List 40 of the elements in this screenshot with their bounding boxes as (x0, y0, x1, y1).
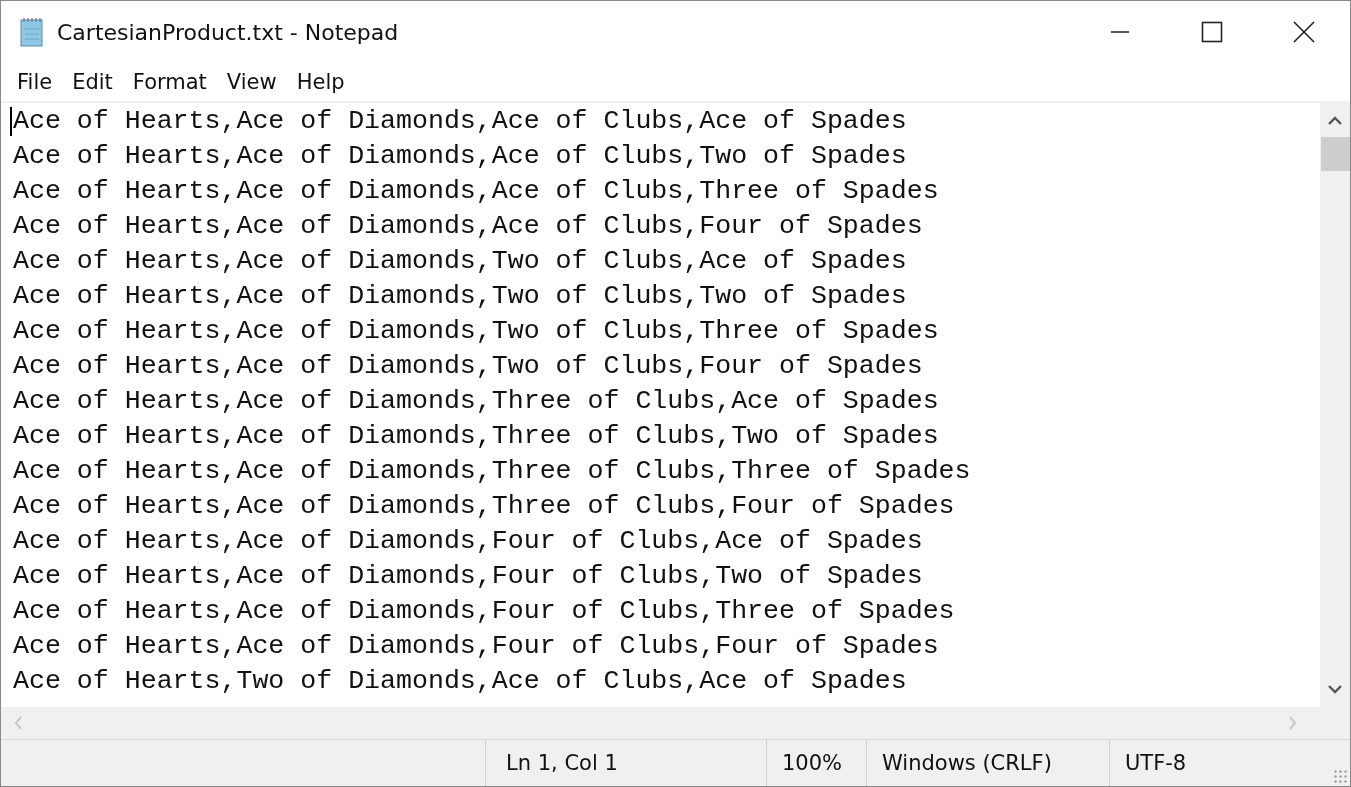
horizontal-scrollbar[interactable] (1, 707, 1320, 739)
close-icon (1293, 21, 1315, 43)
text-line: Ace of Hearts,Ace of Diamonds,Four of Clubs,Two of Spades (13, 560, 924, 593)
line-ending: Windows (CRLF) (866, 740, 1109, 786)
notepad-icon (19, 17, 45, 47)
text-cursor (10, 107, 12, 136)
encoding: UTF-8 (1109, 740, 1350, 786)
window-title: CartesianProduct.txt - Notepad (57, 19, 400, 45)
menu-item[interactable]: Help (288, 70, 357, 94)
text-line: Ace of Hearts,Two of Diamonds,Ace of Clubs,Ace of Spades (13, 665, 908, 698)
text-line: Ace of Hearts,Ace of Diamonds,Ace of Clubs,Ace of Spades (13, 105, 908, 138)
maximize-icon (1201, 21, 1223, 43)
menu-item[interactable]: Format (124, 70, 219, 94)
resize-grip[interactable] (1333, 769, 1347, 783)
text-line: Ace of Hearts,Ace of Diamonds,Four of Clubs,Three of Spades (13, 595, 956, 628)
text-line: Ace of Hearts,Ace of Diamonds,Three of Clubs,Ace of Spades (13, 385, 940, 418)
vertical-scrollbar[interactable] (1320, 103, 1350, 707)
text-line: Ace of Hearts,Ace of Diamonds,Four of Clubs,Ace of Spades (13, 525, 924, 558)
menu-item[interactable]: File (9, 70, 65, 94)
scroll-right-icon[interactable] (1288, 715, 1298, 731)
text-line: Ace of Hearts,Ace of Diamonds,Ace of Clubs,Three of Spades (13, 175, 940, 208)
text-line: Ace of Hearts,Ace of Diamonds,Ace of Clubs,Two of Spades (13, 140, 908, 173)
scroll-thumb[interactable] (1320, 137, 1350, 171)
text-line: Ace of Hearts,Ace of Diamonds,Two of Clubs,Four of Spades (13, 350, 924, 383)
cursor-position: Ln 1, Col 1 (485, 740, 766, 786)
text-line: Ace of Hearts,Ace of Diamonds,Two of Clubs,Ace of Spades (13, 245, 908, 278)
text-line: Ace of Hearts,Ace of Diamonds,Four of Clubs,Four of Spades (13, 630, 940, 663)
minimize-icon (1110, 31, 1130, 33)
zoom-level: 100% (766, 740, 866, 786)
text-line: Ace of Hearts,Ace of Diamonds,Ace of Clubs,Four of Spades (13, 210, 924, 243)
text-line: Ace of Hearts,Ace of Diamonds,Three of Clubs,Three of Spades (13, 455, 972, 488)
scroll-up-icon[interactable] (1327, 115, 1343, 125)
scroll-left-icon[interactable] (13, 715, 23, 731)
text-line: Ace of Hearts,Ace of Diamonds,Two of Clubs,Three of Spades (13, 315, 940, 348)
scroll-down-icon[interactable] (1327, 685, 1343, 695)
menu-item[interactable]: View (218, 70, 289, 94)
menu-item[interactable]: Edit (64, 70, 125, 94)
text-line: Ace of Hearts,Ace of Diamonds,Three of Clubs,Two of Spades (13, 420, 940, 453)
text-line: Ace of Hearts,Ace of Diamonds,Two of Clubs,Two of Spades (13, 280, 908, 313)
text-line: Ace of Hearts,Ace of Diamonds,Three of Clubs,Four of Spades (13, 490, 956, 523)
